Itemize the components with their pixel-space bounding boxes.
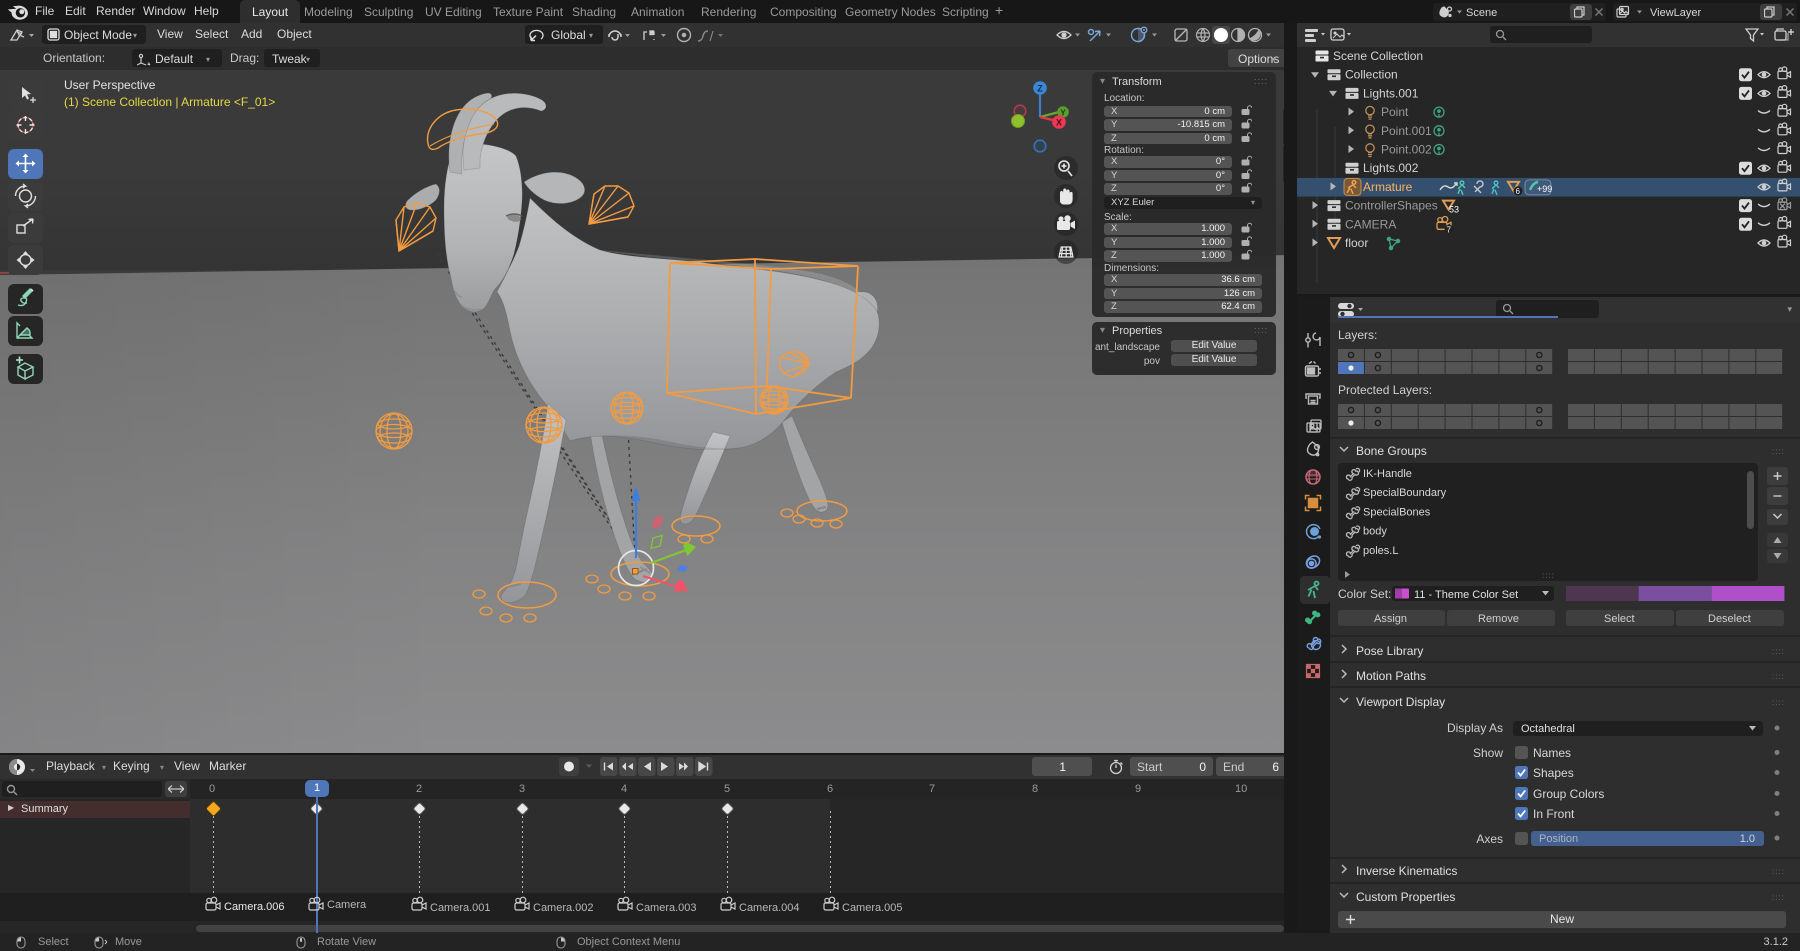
- svg-text:Y: Y: [1060, 109, 1066, 118]
- svg-text:Camera.002: Camera.002: [533, 902, 594, 914]
- svg-text:SpecialBoundary: SpecialBoundary: [1363, 487, 1447, 499]
- svg-text:Layers:: Layers:: [1338, 328, 1377, 342]
- svg-text:poles.L: poles.L: [1363, 545, 1398, 557]
- svg-text:Point: Point: [1381, 105, 1409, 119]
- svg-text:Camera.006: Camera.006: [224, 901, 285, 913]
- svg-text:CAMERA: CAMERA: [1345, 217, 1396, 231]
- svg-text:::::: ::::: [1542, 571, 1555, 580]
- svg-text:Armature: Armature: [1363, 180, 1413, 194]
- svg-text:(1) Scene Collection | Armatur: (1) Scene Collection | Armature <F_01>: [64, 95, 275, 109]
- svg-text:Camera.004: Camera.004: [739, 902, 800, 914]
- svg-text:::::: ::::: [1772, 893, 1785, 902]
- svg-text:Octahedral: Octahedral: [1521, 723, 1575, 735]
- svg-text:Bone Groups: Bone Groups: [1356, 444, 1427, 458]
- svg-text:floor: floor: [1345, 236, 1368, 250]
- svg-text:Camera.005: Camera.005: [842, 902, 903, 914]
- svg-text:Position: Position: [1539, 833, 1578, 845]
- svg-text:Shapes: Shapes: [1533, 766, 1574, 780]
- svg-text:ControllerShapes: ControllerShapes: [1345, 199, 1438, 213]
- svg-text:Camera: Camera: [327, 899, 367, 911]
- svg-text:New: New: [1550, 912, 1574, 926]
- svg-text:Custom Properties: Custom Properties: [1356, 890, 1455, 904]
- svg-text:Viewport Display: Viewport Display: [1356, 695, 1445, 709]
- svg-text:Select: Select: [1604, 613, 1635, 625]
- svg-text:Scene Collection: Scene Collection: [1333, 49, 1423, 63]
- svg-text:Deselect: Deselect: [1708, 613, 1751, 625]
- svg-text:Inverse Kinematics: Inverse Kinematics: [1356, 864, 1457, 878]
- svg-text:Axes: Axes: [1476, 832, 1503, 846]
- svg-text:Camera.003: Camera.003: [636, 902, 697, 914]
- svg-text:11 - Theme Color Set: 11 - Theme Color Set: [1414, 589, 1518, 601]
- svg-text:::::: ::::: [1772, 698, 1785, 707]
- svg-text:::::: ::::: [1772, 867, 1785, 876]
- svg-text:Display As: Display As: [1447, 721, 1503, 735]
- svg-text:SpecialBones: SpecialBones: [1363, 506, 1431, 518]
- svg-text:::::: ::::: [1772, 672, 1785, 681]
- svg-text:body: body: [1363, 526, 1387, 538]
- svg-text:Lights.002: Lights.002: [1363, 161, 1419, 175]
- svg-text:Names: Names: [1533, 746, 1571, 760]
- svg-text:In Front: In Front: [1533, 807, 1575, 821]
- svg-text:Protected Layers:: Protected Layers:: [1338, 383, 1432, 397]
- svg-text:Z: Z: [1037, 84, 1043, 94]
- svg-text:6: 6: [1516, 187, 1521, 196]
- svg-text:User Perspective: User Perspective: [64, 78, 156, 92]
- svg-text:Point.001: Point.001: [1381, 124, 1432, 138]
- svg-text:Show: Show: [1473, 746, 1503, 760]
- svg-text:Collection: Collection: [1345, 68, 1398, 82]
- svg-text:IK-Handle: IK-Handle: [1363, 468, 1412, 480]
- svg-text:Motion Paths: Motion Paths: [1356, 669, 1426, 683]
- svg-text:X: X: [1056, 118, 1062, 128]
- svg-text:Pose Library: Pose Library: [1356, 644, 1423, 658]
- svg-text:Point.002: Point.002: [1381, 143, 1432, 157]
- svg-text:Group Colors: Group Colors: [1533, 787, 1604, 801]
- svg-text:53: 53: [1449, 205, 1459, 215]
- svg-text:Remove: Remove: [1478, 613, 1519, 625]
- svg-text:Lights.001: Lights.001: [1363, 86, 1419, 100]
- svg-text:1.0: 1.0: [1740, 833, 1755, 845]
- svg-text:::::: ::::: [1772, 447, 1785, 456]
- svg-text:Color Set:: Color Set:: [1338, 587, 1391, 601]
- svg-text:::::: ::::: [1772, 647, 1785, 656]
- svg-text:Camera.001: Camera.001: [430, 902, 491, 914]
- svg-text:Assign: Assign: [1374, 613, 1407, 625]
- svg-text:+99: +99: [1537, 184, 1552, 194]
- svg-text:7: 7: [1447, 225, 1452, 234]
